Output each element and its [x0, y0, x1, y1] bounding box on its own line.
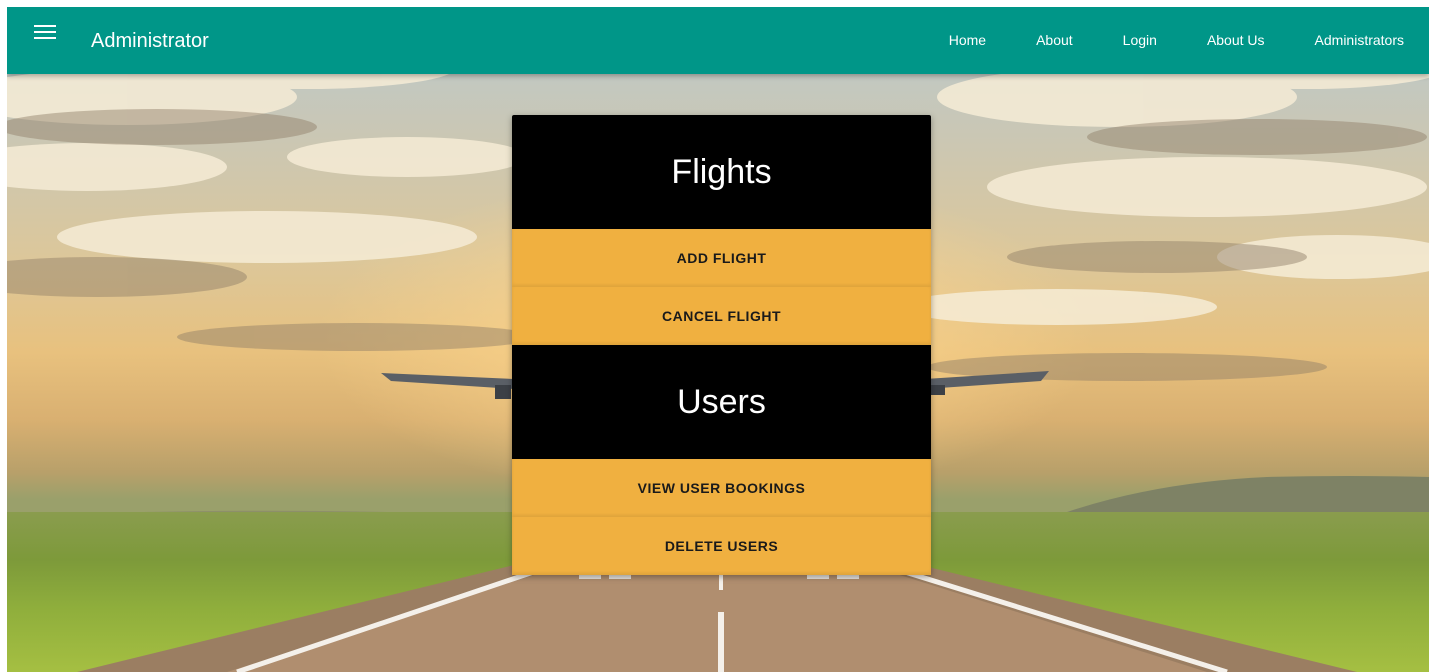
- flights-heading: Flights: [512, 115, 931, 229]
- admin-panel: Flights ADD FLIGHT CANCEL FLIGHT Users V…: [512, 115, 931, 575]
- top-app-bar: Administrator Home About Login About Us …: [7, 7, 1429, 74]
- nav-about-link[interactable]: About: [1011, 7, 1098, 74]
- cancel-flight-button[interactable]: CANCEL FLIGHT: [512, 287, 931, 345]
- airplane-wing-left: [381, 373, 514, 399]
- page: Administrator Home About Login About Us …: [7, 7, 1429, 672]
- add-flight-button[interactable]: ADD FLIGHT: [512, 229, 931, 287]
- nav-login-link[interactable]: Login: [1098, 7, 1182, 74]
- view-user-bookings-button[interactable]: VIEW USER BOOKINGS: [512, 459, 931, 517]
- nav-home-link[interactable]: Home: [924, 7, 1011, 74]
- delete-users-button[interactable]: DELETE USERS: [512, 517, 931, 575]
- top-nav: Home About Login About Us Administrators: [924, 7, 1429, 74]
- nav-administrators-link[interactable]: Administrators: [1290, 7, 1429, 74]
- users-heading: Users: [512, 345, 931, 459]
- nav-about-us-link[interactable]: About Us: [1182, 7, 1290, 74]
- airplane-wing-right: [925, 371, 1049, 395]
- menu-icon[interactable]: [34, 25, 56, 43]
- app-title: Administrator: [91, 30, 209, 52]
